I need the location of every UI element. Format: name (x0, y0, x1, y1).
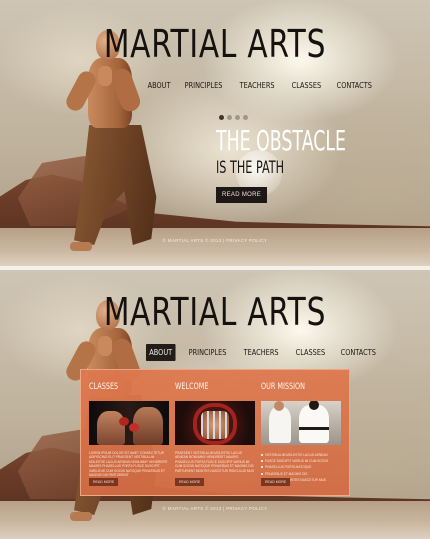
nav-item-classes[interactable]: CLASSES (290, 77, 323, 94)
fencing-helmet-image[interactable] (175, 401, 255, 445)
slide-subheadline: IS THE PATH (216, 158, 285, 178)
karate-students-image[interactable] (261, 401, 341, 445)
nav-item-about[interactable]: ABOUT (146, 77, 172, 94)
home-screen: MARTIAL ARTS ABOUT PRINCIPLES TEACHERS C… (0, 0, 430, 266)
classes-column: CLASSES LOREM IPSUM DOLOR SIT AMET CONSE… (89, 370, 171, 497)
classes-heading: CLASSES (89, 382, 119, 392)
nav-item-contacts[interactable]: CONTACTS (339, 344, 378, 361)
mission-column: OUR MISSION VESTIBULUM MOLESTIE LACUS AE… (261, 370, 343, 497)
welcome-heading: WELCOME (175, 382, 209, 392)
slider-dot-2[interactable] (227, 115, 232, 120)
nav-item-about[interactable]: ABOUT (146, 344, 176, 361)
classes-read-more-button[interactable]: READ MORE (89, 478, 119, 486)
mission-read-more-button[interactable]: READ MORE (261, 478, 291, 486)
welcome-text: PRAESENT VESTIBULUM MOLESTIE LACUS AENEA… (175, 451, 254, 473)
classes-text: LOREM IPSUM DOLOR SIT AMET CONSECTETUR A… (89, 451, 168, 478)
slide-headline: THE OBSTACLE (216, 124, 347, 157)
sand-ground (0, 228, 430, 266)
nav-item-teachers[interactable]: TEACHERS (242, 344, 280, 361)
footer-copyright: © MARTIAL ARTS © 2013 | PRIVACY POLICY (162, 506, 268, 511)
boxing-fighters-image[interactable] (89, 401, 169, 445)
nav-item-contacts[interactable]: CONTACTS (335, 77, 374, 94)
site-logo-title[interactable]: MARTIAL ARTS (47, 22, 382, 66)
nav-item-principles[interactable]: PRINCIPLES (187, 344, 228, 361)
welcome-read-more-button[interactable]: READ MORE (175, 478, 205, 486)
slider-dot-3[interactable] (235, 115, 240, 120)
site-logo-title[interactable]: MARTIAL ARTS (47, 290, 382, 334)
about-screen: MARTIAL ARTS ABOUT PRINCIPLES TEACHERS C… (0, 270, 430, 539)
slider-dot-1[interactable] (219, 115, 224, 120)
main-nav: ABOUT PRINCIPLES TEACHERS CLASSES CONTAC… (146, 77, 382, 94)
nav-item-teachers[interactable]: TEACHERS (238, 77, 276, 94)
welcome-column: WELCOME PRAESENT VESTIBULUM MOLESTIE LAC… (175, 370, 257, 497)
nav-item-classes[interactable]: CLASSES (294, 344, 327, 361)
main-nav: ABOUT PRINCIPLES TEACHERS CLASSES CONTAC… (146, 344, 386, 361)
about-content-box: CLASSES LOREM IPSUM DOLOR SIT AMET CONSE… (80, 369, 350, 496)
mission-heading: OUR MISSION (261, 382, 305, 392)
nav-item-principles[interactable]: PRINCIPLES (183, 77, 224, 94)
slider-dot-4[interactable] (243, 115, 248, 120)
slide-read-more-button[interactable]: READ MORE (216, 187, 268, 203)
footer-copyright: © MARTIAL ARTS © 2013 | PRIVACY POLICY (162, 238, 268, 243)
slider-pagination (219, 115, 248, 120)
